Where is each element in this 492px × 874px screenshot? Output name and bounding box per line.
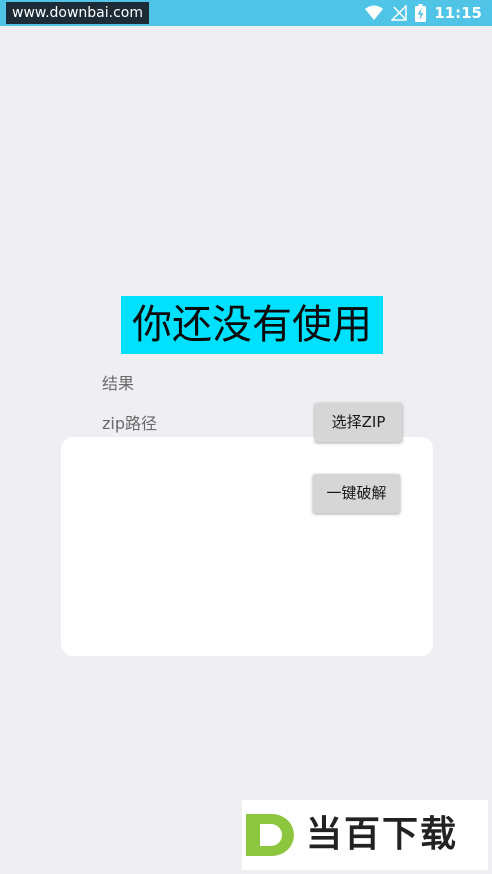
status-bar: www.downbai.com 11:15 [0,0,492,26]
no-signal-icon [391,5,407,21]
watermark-logo: D 当百下载 [242,800,488,870]
status-icons: 11:15 [365,0,482,26]
result-label: 结果 [102,374,135,393]
select-zip-button[interactable]: 选择ZIP [315,403,402,442]
watermark-url: www.downbai.com [6,2,149,24]
status-time: 11:15 [434,4,482,22]
one-click-crack-button[interactable]: 一键破解 [313,474,400,513]
logo-d-icon [246,814,294,856]
battery-charging-icon [415,4,427,22]
zip-path-label: zip路径 [102,414,158,433]
content-panel [61,437,433,656]
wifi-icon [365,5,384,20]
logo-text: 当百下载 [306,814,459,855]
status-headline: 你还没有使用 [121,296,383,354]
